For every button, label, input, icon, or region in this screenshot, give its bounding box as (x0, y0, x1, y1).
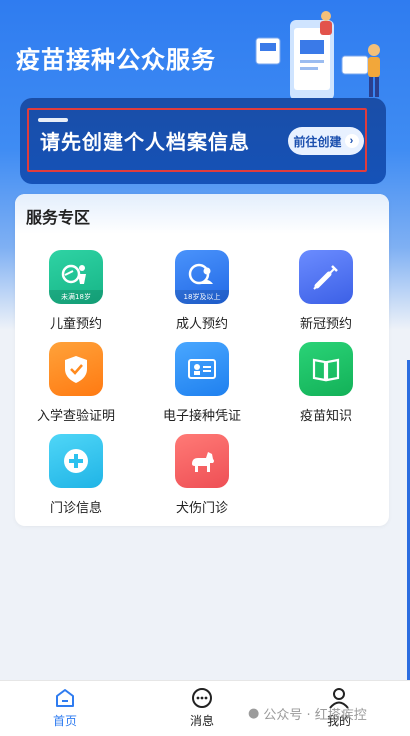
adult-icon: 18岁及以上 (175, 250, 229, 304)
service-adult-booking[interactable]: 18岁及以上 成人预约 (142, 250, 262, 336)
go-create-button[interactable]: 前往创建 › (288, 127, 364, 155)
home-icon (56, 689, 74, 707)
medical-cross-icon (49, 434, 103, 488)
go-create-label: 前往创建 (293, 134, 342, 149)
service-label: 犬伤门诊 (175, 501, 228, 516)
wechat-icon: ● (248, 706, 260, 721)
service-zone-title: 服务专区 (26, 208, 91, 227)
tab-home[interactable]: 首页 (30, 687, 100, 733)
service-illustration (255, 11, 380, 100)
service-child-booking[interactable]: 未满18岁 儿童预约 (16, 250, 136, 336)
service-label: 疫苗知识 (299, 409, 352, 424)
watermark: ● 公众号 · 红塔疾控 (248, 704, 367, 723)
service-e-vaccination-certificate[interactable]: 电子接种凭证 (142, 342, 262, 428)
tab-messages[interactable]: 消息 (167, 687, 237, 733)
syringe-icon (299, 250, 353, 304)
service-dog-bite-clinic[interactable]: 犬伤门诊 (142, 434, 262, 520)
service-label: 门诊信息 (49, 501, 102, 516)
chevron-right-icon: › (344, 134, 359, 148)
service-label: 电子接种凭证 (162, 409, 241, 424)
shield-icon (49, 342, 103, 396)
child-icon: 未满18岁 (49, 250, 103, 304)
dog-icon (175, 434, 229, 488)
id-card-icon (175, 342, 229, 396)
service-clinic-info[interactable]: 门诊信息 (16, 434, 136, 520)
tab-home-label: 首页 (52, 714, 77, 728)
banner-text: 请先创建个人档案信息 (40, 130, 250, 154)
service-label: 成人预约 (175, 317, 228, 332)
service-label: 儿童预约 (49, 317, 102, 332)
child-age-badge: 未满18岁 (49, 290, 103, 304)
banner-accent-mark (38, 118, 68, 122)
service-label: 新冠预约 (299, 317, 352, 332)
service-covid-booking[interactable]: 新冠预约 (266, 250, 386, 336)
page-title: 疫苗接种公众服务 (16, 46, 216, 74)
service-school-certificate[interactable]: 入学查验证明 (16, 342, 136, 428)
book-icon (299, 342, 353, 396)
service-label: 入学查验证明 (36, 409, 115, 424)
service-vaccine-knowledge[interactable]: 疫苗知识 (266, 342, 386, 428)
tab-messages-label: 消息 (189, 714, 214, 728)
adult-age-badge: 18岁及以上 (175, 290, 229, 304)
watermark-text: 公众号 · 红塔疾控 (263, 708, 367, 723)
message-icon (192, 688, 212, 708)
service-zone-card: 服务专区 未满18岁 儿童预约 18岁及以上 成人预约 新冠预约 入学查验证明 … (15, 194, 389, 526)
